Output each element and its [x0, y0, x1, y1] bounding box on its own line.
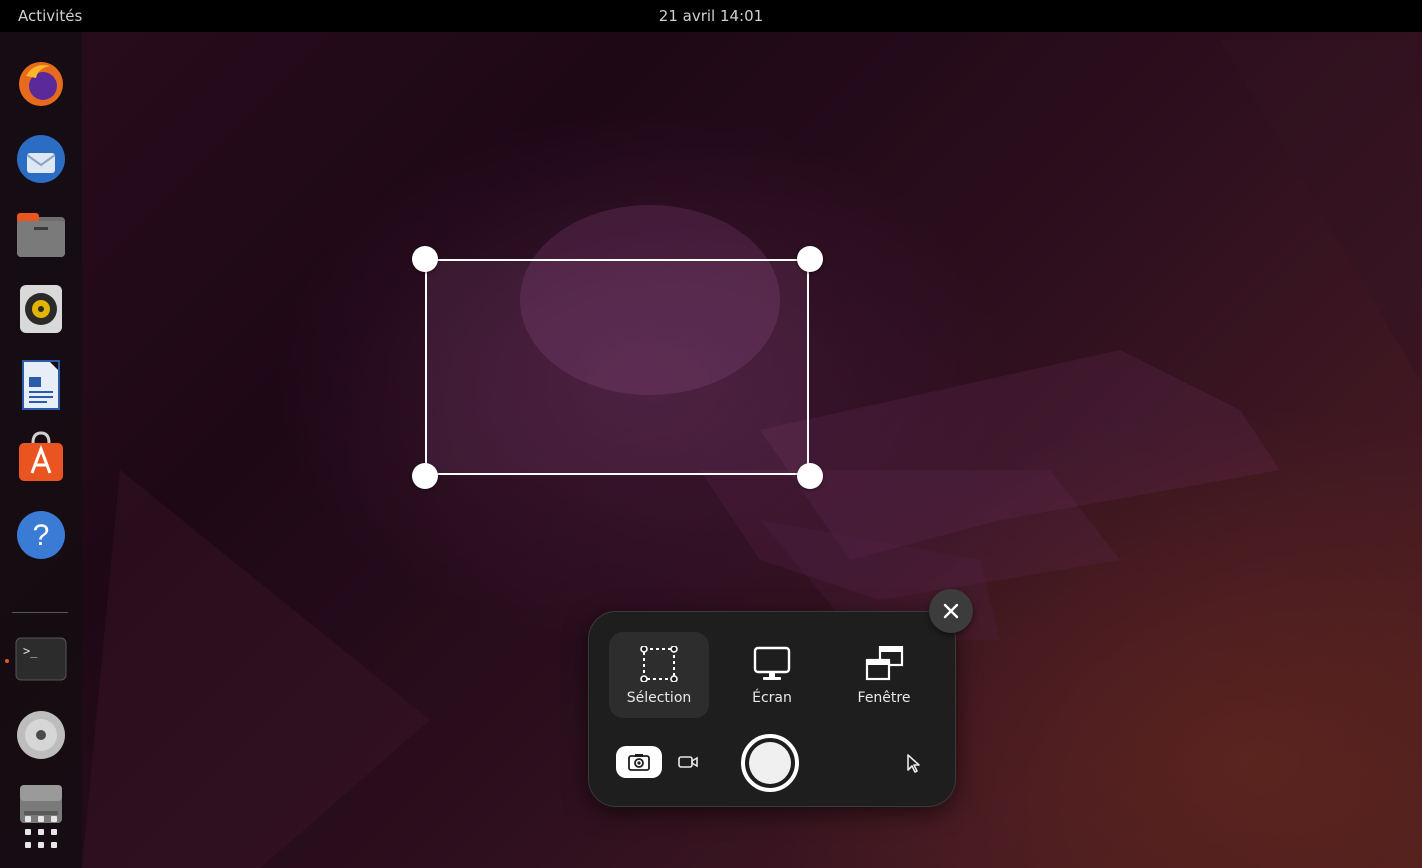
- disc-icon: [17, 711, 65, 759]
- selection-handle-bottom-right[interactable]: [797, 463, 823, 489]
- document-icon: [22, 360, 60, 410]
- window-icon: [865, 646, 904, 681]
- video-camera-icon: [678, 756, 698, 768]
- terminal-icon: >_: [15, 637, 67, 681]
- mode-selection-button[interactable]: Sélection: [609, 632, 709, 718]
- close-icon: [943, 603, 959, 619]
- dock-item-software[interactable]: [14, 430, 68, 484]
- dock-item-show-apps[interactable]: [14, 804, 68, 860]
- dock: ? >_: [0, 32, 82, 868]
- screenshot-type-button[interactable]: [616, 746, 662, 778]
- dock-item-terminal[interactable]: >_: [14, 632, 68, 686]
- selection-icon: [640, 646, 678, 682]
- selection-handle-top-right[interactable]: [797, 246, 823, 272]
- svg-text:>_: >_: [23, 644, 38, 658]
- dock-item-disc[interactable]: [14, 708, 68, 762]
- svg-text:?: ?: [33, 519, 50, 552]
- folder-icon: [17, 213, 65, 257]
- camera-icon: [628, 754, 650, 771]
- dock-item-rhythmbox[interactable]: [14, 282, 68, 336]
- dock-item-files[interactable]: [14, 208, 68, 262]
- top-bar: Activités 21 avril 14:01: [0, 0, 1422, 32]
- speaker-icon: [20, 285, 62, 333]
- thunderbird-icon: [17, 135, 65, 183]
- mode-window-label: Fenêtre: [857, 690, 911, 706]
- selection-area[interactable]: [425, 259, 809, 475]
- dock-item-thunderbird[interactable]: [14, 132, 68, 186]
- pointer-icon: [907, 754, 920, 773]
- show-pointer-toggle[interactable]: [901, 752, 925, 776]
- dock-item-libreoffice-writer[interactable]: [14, 358, 68, 412]
- screenshot-panel: Sélection Écran Fenêtre: [588, 611, 956, 807]
- app-grid-icon: [25, 816, 57, 848]
- running-indicator: [5, 659, 9, 663]
- dock-item-firefox[interactable]: [14, 56, 68, 110]
- monitor-icon: [753, 646, 791, 680]
- close-screenshot-button[interactable]: [929, 589, 973, 633]
- capture-button[interactable]: [741, 734, 799, 792]
- selection-handle-top-left[interactable]: [412, 246, 438, 272]
- mode-selection-label: Sélection: [626, 690, 692, 706]
- shutter-button: [749, 742, 791, 784]
- mode-screen-button[interactable]: Écran: [722, 632, 822, 718]
- mode-screen-label: Écran: [752, 690, 792, 706]
- clock[interactable]: 21 avril 14:01: [0, 7, 1422, 25]
- mode-window-button[interactable]: Fenêtre: [834, 632, 934, 718]
- dock-item-help[interactable]: ?: [14, 508, 68, 562]
- help-icon: ?: [17, 511, 65, 559]
- screencast-type-button[interactable]: [665, 746, 711, 778]
- selection-handle-bottom-left[interactable]: [412, 463, 438, 489]
- dock-separator: [12, 612, 68, 613]
- app-store-icon: [19, 431, 63, 481]
- firefox-icon: [19, 62, 63, 106]
